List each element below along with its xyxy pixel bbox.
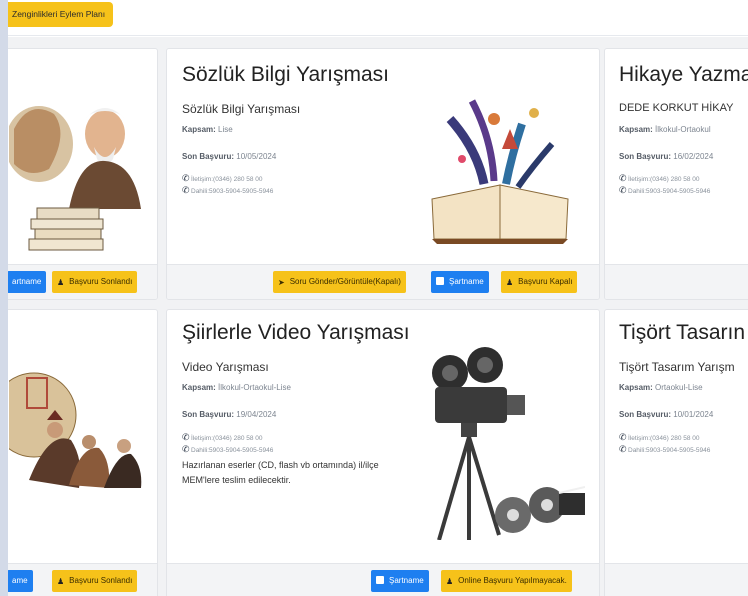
action-plan-button[interactable]: Zenginlikleri Eylem Planı: [8, 2, 114, 27]
send-icon: ➤: [278, 278, 285, 287]
button-label: Başvuru Kapalı: [518, 277, 573, 286]
phone-icon: ✆: [619, 185, 627, 195]
specification-button[interactable]: ame: [8, 570, 33, 592]
phone-icon: ✆: [619, 432, 627, 442]
button-label: Şartname: [389, 576, 424, 585]
competition-card: Hikaye Yazma DEDE KORKUT HİKAY Kapsam: İ…: [604, 48, 748, 300]
phone-icon: ✆: [182, 444, 190, 454]
competition-card: Sözlük Bilgi Yarışması Sözlük Bilgi Yarı…: [166, 48, 600, 300]
send-question-button[interactable]: ➤ Soru Gönder/Görüntüle(Kapalı): [273, 271, 406, 293]
app-frame: Zenginlikleri Eylem Planı artname ♟ Başvu…: [8, 0, 748, 596]
card-title: Tişört Tasarın: [619, 321, 746, 344]
card-subtitle: Sözlük Bilgi Yarışması: [182, 102, 301, 116]
scope-line: Kapsam: İlkokul-Ortaokul: [619, 125, 711, 134]
button-label: Online Başvuru Yapılmayacak.: [458, 576, 567, 585]
specification-button[interactable]: Şartname: [431, 271, 489, 293]
delivery-note: Hazırlanan eserler (CD, flash vb ortamın…: [182, 460, 379, 485]
user-icon: ♟: [506, 278, 514, 287]
portrait-books-image: [9, 106, 141, 251]
user-icon: ♟: [57, 577, 65, 586]
card-footer: artname ♟ Başvuru Sonlandı: [8, 264, 157, 299]
document-icon: [376, 576, 384, 584]
phone-icon: ✆: [182, 173, 190, 183]
online-application-button[interactable]: ♟ Online Başvuru Yapılmayacak.: [441, 570, 572, 592]
contact-info: ✆İletişim:(0346) 280 58 00 ✆Dahili:5903-…: [619, 432, 711, 454]
deadline-line: Son Başvuru: 10/01/2024: [619, 410, 714, 419]
competition-card: ame ♟ Başvuru Sonlandı: [8, 309, 158, 596]
scope-line: Kapsam: Ortaokul-Lise: [619, 383, 703, 392]
film-camera-image: [432, 347, 585, 540]
scope-line: Kapsam: İlkokul-Ortaokul-Lise: [182, 383, 291, 392]
button-label: Soru Gönder/Görüntüle(Kapalı): [289, 277, 401, 286]
button-label: Başvuru Sonlandı: [69, 277, 133, 286]
contact-info: ✆İletişim:(0346) 280 58 00 ✆Dahili:5903-…: [182, 173, 274, 195]
phone-icon: ✆: [619, 173, 627, 183]
contact-info: ✆İletişim:(0346) 280 58 00 ✆Dahili:5903-…: [619, 173, 711, 195]
card-subtitle: Video Yarışması: [182, 360, 269, 374]
card-footer: [605, 563, 748, 596]
book-feathers-image: [431, 99, 569, 244]
card-subtitle: DEDE KORKUT HİKAY: [619, 102, 734, 114]
top-bar: Zenginlikleri Eylem Planı: [8, 0, 748, 36]
competition-card: Şiirlerle Video Yarışması Video Yarışmas…: [166, 309, 600, 596]
application-closed-button[interactable]: ♟ Başvuru Kapalı: [501, 271, 578, 293]
phone-icon: ✆: [619, 444, 627, 454]
card-footer: ame ♟ Başvuru Sonlandı: [8, 563, 157, 596]
phone-icon: ✆: [182, 185, 190, 195]
card-title: Sözlük Bilgi Yarışması: [182, 63, 389, 86]
contact-info: ✆İletişim:(0346) 280 58 00 ✆Dahili:5903-…: [182, 432, 274, 454]
competition-card: artname ♟ Başvuru Sonlandı: [8, 48, 158, 300]
deadline-line: Son Başvuru: 16/02/2024: [619, 152, 714, 161]
user-icon: ♟: [446, 577, 454, 586]
button-label: Başvuru Sonlandı: [69, 576, 133, 585]
card-footer: Şartname ♟ Online Başvuru Yapılmayacak.: [167, 563, 599, 596]
application-closed-button[interactable]: ♟ Başvuru Sonlandı: [52, 271, 138, 293]
competition-card: Tişört Tasarın Tişört Tasarım Yarışm Kap…: [604, 309, 748, 596]
card-footer: ➤ Soru Gönder/Görüntüle(Kapalı) Şartname …: [167, 264, 599, 299]
scope-line: Kapsam: Lise: [182, 125, 233, 134]
card-title: Şiirlerle Video Yarışması: [182, 321, 410, 344]
phone-icon: ✆: [182, 432, 190, 442]
application-closed-button[interactable]: ♟ Başvuru Sonlandı: [52, 570, 138, 592]
card-subtitle: Tişört Tasarım Yarışm: [619, 360, 735, 374]
user-icon: ♟: [57, 278, 65, 287]
card-footer: [605, 264, 748, 299]
deadline-line: Son Başvuru: 10/05/2024: [182, 152, 277, 161]
button-label: Şartname: [449, 277, 484, 286]
specification-button[interactable]: artname: [8, 271, 47, 293]
specification-button[interactable]: Şartname: [371, 570, 429, 592]
heroes-illustration-image: [9, 372, 142, 488]
deadline-line: Son Başvuru: 19/04/2024: [182, 410, 277, 419]
document-icon: [436, 277, 444, 285]
competition-grid: artname ♟ Başvuru Sonlandı Sözlük Bilgi Y…: [8, 37, 748, 596]
card-title: Hikaye Yazma: [619, 63, 748, 86]
